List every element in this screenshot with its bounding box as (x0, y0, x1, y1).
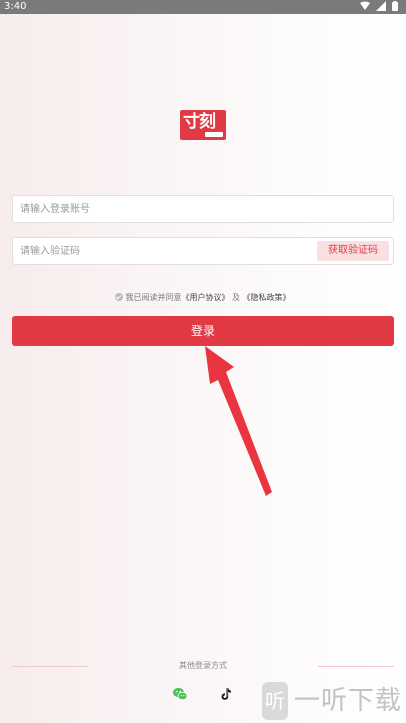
verification-code-input[interactable] (20, 238, 300, 264)
app-logo-sub-mark (205, 132, 223, 137)
agreement-and: 及 (232, 293, 240, 302)
privacy-policy-link[interactable]: 《隐私政策》 (243, 293, 291, 302)
account-input[interactable] (20, 196, 300, 222)
agreement-row: 我已阅读并同意《用户协议》 及 《隐私政策》 (0, 292, 406, 304)
verification-code-field[interactable]: 获取验证码 (12, 237, 394, 265)
status-icons (360, 1, 398, 11)
wechat-icon[interactable] (172, 686, 188, 702)
battery-icon (392, 1, 398, 11)
get-code-button[interactable]: 获取验证码 (317, 241, 389, 261)
agreement-checkbox[interactable] (115, 293, 124, 301)
annotation-arrow (205, 346, 272, 496)
signal-icon (376, 1, 386, 11)
wifi-icon (360, 1, 370, 10)
agreement-prefix: 我已阅读并同意 (125, 293, 182, 302)
watermark-text: 一听下载 (294, 686, 403, 716)
user-agreement-link[interactable]: 《用户协议》 (181, 293, 229, 302)
douyin-icon[interactable] (218, 686, 234, 702)
annotation-arrow-shape (205, 346, 272, 496)
watermark-badge: 听 (262, 682, 288, 720)
status-time: 3:40 (4, 1, 27, 12)
status-bar: 3:40 (0, 0, 406, 14)
login-button[interactable]: 登录 (12, 316, 394, 346)
app-logo: 寸刻 (180, 110, 226, 140)
watermark: 听 一听下载 (262, 682, 406, 722)
account-field[interactable] (12, 195, 394, 223)
app-logo-text: 寸刻 (183, 112, 216, 132)
other-login-label: 其他登录方式 (179, 661, 227, 670)
